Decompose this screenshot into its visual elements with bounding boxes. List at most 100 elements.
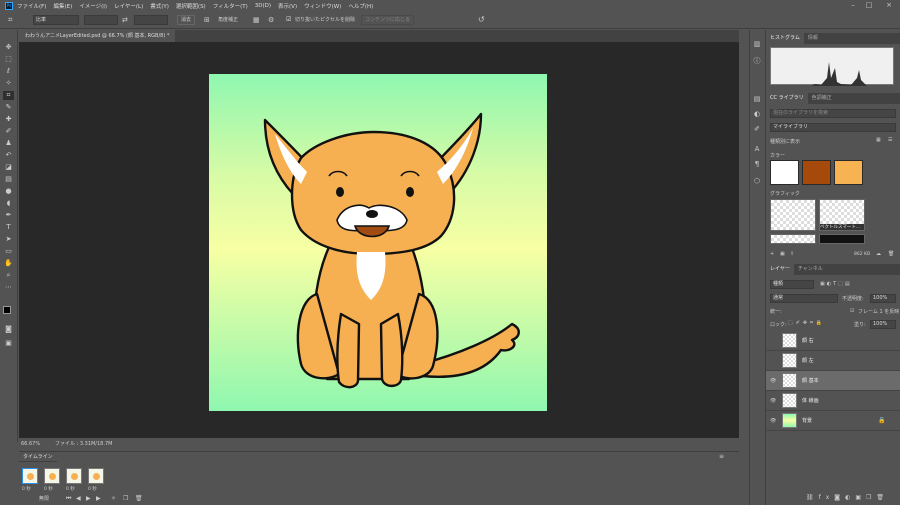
timeline-tab[interactable]: タイムライン (19, 452, 57, 462)
checkbox-icon[interactable]: ☑ (286, 15, 291, 25)
dodge-tool-icon[interactable]: ◖ (3, 199, 14, 208)
frame-4-duration[interactable]: 0 秒 (88, 486, 97, 492)
stamp-tool-icon[interactable]: ♟ (3, 139, 14, 148)
screen-mode-icon[interactable]: ▣ (3, 339, 14, 348)
hand-tool-icon[interactable]: ✋ (3, 259, 14, 268)
visibility-eye-icon[interactable]: 👁 (770, 411, 776, 431)
rectangle-tool-icon[interactable]: ▭ (3, 247, 14, 256)
layer-row[interactable]: 👁 顔 基本 (766, 371, 900, 391)
layer-filter-icons[interactable]: ▣◐T⬚▤ (820, 281, 852, 287)
tween-icon[interactable]: ✧ (111, 495, 116, 502)
layer-row[interactable]: 顔 左 (766, 351, 900, 371)
tab-histogram[interactable]: ヒストグラム (766, 33, 804, 44)
menu-3d[interactable]: 3D(D) (255, 3, 271, 9)
adjustments-icon[interactable]: ◐ (752, 110, 762, 119)
ratio-select[interactable]: 比率 (33, 15, 79, 25)
view-by-type[interactable]: 種類別に表示 (770, 138, 800, 145)
move-tool-icon[interactable]: ✥ (3, 43, 14, 52)
menu-help[interactable]: ヘルプ(H) (348, 2, 373, 10)
play-icon[interactable]: ▶ (86, 495, 91, 502)
propagate-frame-label[interactable]: フレーム 1 を反映 (858, 308, 899, 315)
lasso-tool-icon[interactable]: ℓ (3, 67, 14, 76)
lock-icons[interactable]: ⬚✐✥⌗🔒 (788, 320, 825, 326)
maximize-icon[interactable]: □ (862, 0, 876, 11)
foreground-color-swatch[interactable] (3, 306, 11, 314)
opacity-input[interactable]: 100% (870, 294, 896, 303)
next-frame-icon[interactable]: ▶ (96, 495, 101, 502)
width-input[interactable] (84, 15, 118, 25)
menu-file[interactable]: ファイル(F) (17, 2, 46, 10)
reset-icon[interactable]: ↺ (478, 15, 485, 25)
quick-mask-icon[interactable]: ◙ (3, 325, 14, 334)
propagate-checkbox-icon[interactable]: ☑ (850, 308, 854, 314)
library-folder-icon[interactable]: ▣ (780, 251, 785, 257)
color-swatch-white[interactable] (770, 160, 799, 185)
magic-wand-icon[interactable]: ✧ (3, 79, 14, 88)
duplicate-frame-icon[interactable]: ❐ (123, 495, 128, 502)
eraser-icon[interactable]: ◪ (3, 163, 14, 172)
menu-window[interactable]: ウィンドウ(W) (304, 2, 341, 10)
graphic-thumbnail-1[interactable] (770, 199, 816, 231)
libraries-icon[interactable]: ▤ (752, 95, 762, 104)
tab-layers[interactable]: レイヤー (766, 264, 794, 275)
menu-view[interactable]: 表示(V) (278, 2, 297, 10)
frame-3-duration[interactable]: 0 秒 (66, 486, 75, 492)
menu-type[interactable]: 書式(Y) (150, 2, 169, 10)
menu-filter[interactable]: フィルター(T) (213, 2, 248, 10)
frame-1-duration[interactable]: 0 秒 (22, 486, 31, 492)
gear-icon[interactable]: ⚙ (268, 15, 274, 25)
first-frame-icon[interactable]: ⏮ (66, 495, 71, 503)
marquee-tool-icon[interactable]: ⬚ (3, 55, 14, 64)
tab-info[interactable]: 情報 (804, 33, 822, 44)
crop-tool-icon[interactable]: ⌗ (8, 15, 13, 25)
fill-input[interactable]: 100% (870, 320, 896, 329)
history-brush-icon[interactable]: ↶ (3, 151, 14, 160)
upload-icon[interactable]: ⇪ (790, 251, 794, 257)
more-tools-icon[interactable]: ⋯ (3, 283, 14, 292)
layer-row[interactable]: 顔 右 (766, 331, 900, 351)
cloud-icon[interactable]: ☁ (876, 251, 881, 257)
healing-brush-icon[interactable]: ✚ (3, 115, 14, 124)
frame-thumbnail-2[interactable] (44, 468, 60, 484)
type-tool-icon[interactable]: T (3, 223, 14, 232)
list-view-icon[interactable]: ☰ (888, 137, 892, 143)
zoom-tool-icon[interactable]: ⌕ (3, 271, 14, 280)
path-select-icon[interactable]: ➤ (3, 235, 14, 244)
tab-adjustments[interactable]: 色調補正 (808, 93, 836, 104)
3d-icon[interactable]: ⬡ (752, 177, 762, 186)
straighten-label[interactable]: 角度補正 (218, 15, 238, 25)
loop-select[interactable]: 無限 (39, 495, 49, 502)
blur-tool-icon[interactable]: ● (3, 187, 14, 196)
frame-thumbnail-4[interactable] (88, 468, 104, 484)
gradient-tool-icon[interactable]: ▤ (3, 175, 14, 184)
frame-thumbnail-1[interactable] (22, 468, 38, 484)
menu-select[interactable]: 選択範囲(S) (176, 2, 206, 10)
zoom-level[interactable]: 66.67% (21, 438, 40, 450)
delete-cropped-label[interactable]: 切り抜いたピクセルを削除 (295, 15, 355, 25)
prev-frame-icon[interactable]: ◀ (76, 495, 81, 502)
delete-frame-icon[interactable]: 🗑 (135, 495, 143, 502)
clear-button[interactable]: 消去 (177, 15, 196, 25)
visibility-eye-icon[interactable]: 👁 (770, 391, 776, 411)
layer-row[interactable]: 👁 体 線画 (766, 391, 900, 411)
grid-overlay-icon[interactable]: ▦ (253, 15, 260, 25)
graphic-thumbnail-3[interactable] (770, 234, 816, 244)
document-canvas[interactable] (209, 74, 547, 411)
menu-image[interactable]: イメージ(I) (79, 2, 107, 10)
swap-icon[interactable]: ⇄ (122, 15, 128, 25)
visibility-eye-icon[interactable]: 👁 (770, 371, 776, 391)
eyedropper-icon[interactable]: ✎ (3, 103, 14, 112)
menu-edit[interactable]: 編集(E) (53, 2, 72, 10)
info-icon[interactable]: ⓘ (752, 57, 762, 66)
library-search-input[interactable]: 現在のライブラリを検索 (770, 109, 896, 118)
brushes-icon[interactable]: ✐ (752, 125, 762, 134)
tab-channels[interactable]: チャンネル (794, 264, 827, 275)
close-icon[interactable]: × (882, 0, 896, 11)
frame-thumbnail-3[interactable] (66, 468, 82, 484)
straighten-icon[interactable]: ⊞ (204, 15, 210, 25)
frame-2-duration[interactable]: 0 秒 (44, 486, 53, 492)
document-tab[interactable]: わわうんアニメLayerEdited.psd @ 66.7% (顔 基本, RG… (19, 30, 176, 42)
content-aware-button[interactable]: コンテンツに応じる (361, 15, 415, 25)
layer-footer-icons[interactable]: ⛓fx◙◐▣❐🗑 (806, 494, 889, 501)
add-graphic-icon[interactable]: + (770, 251, 774, 257)
